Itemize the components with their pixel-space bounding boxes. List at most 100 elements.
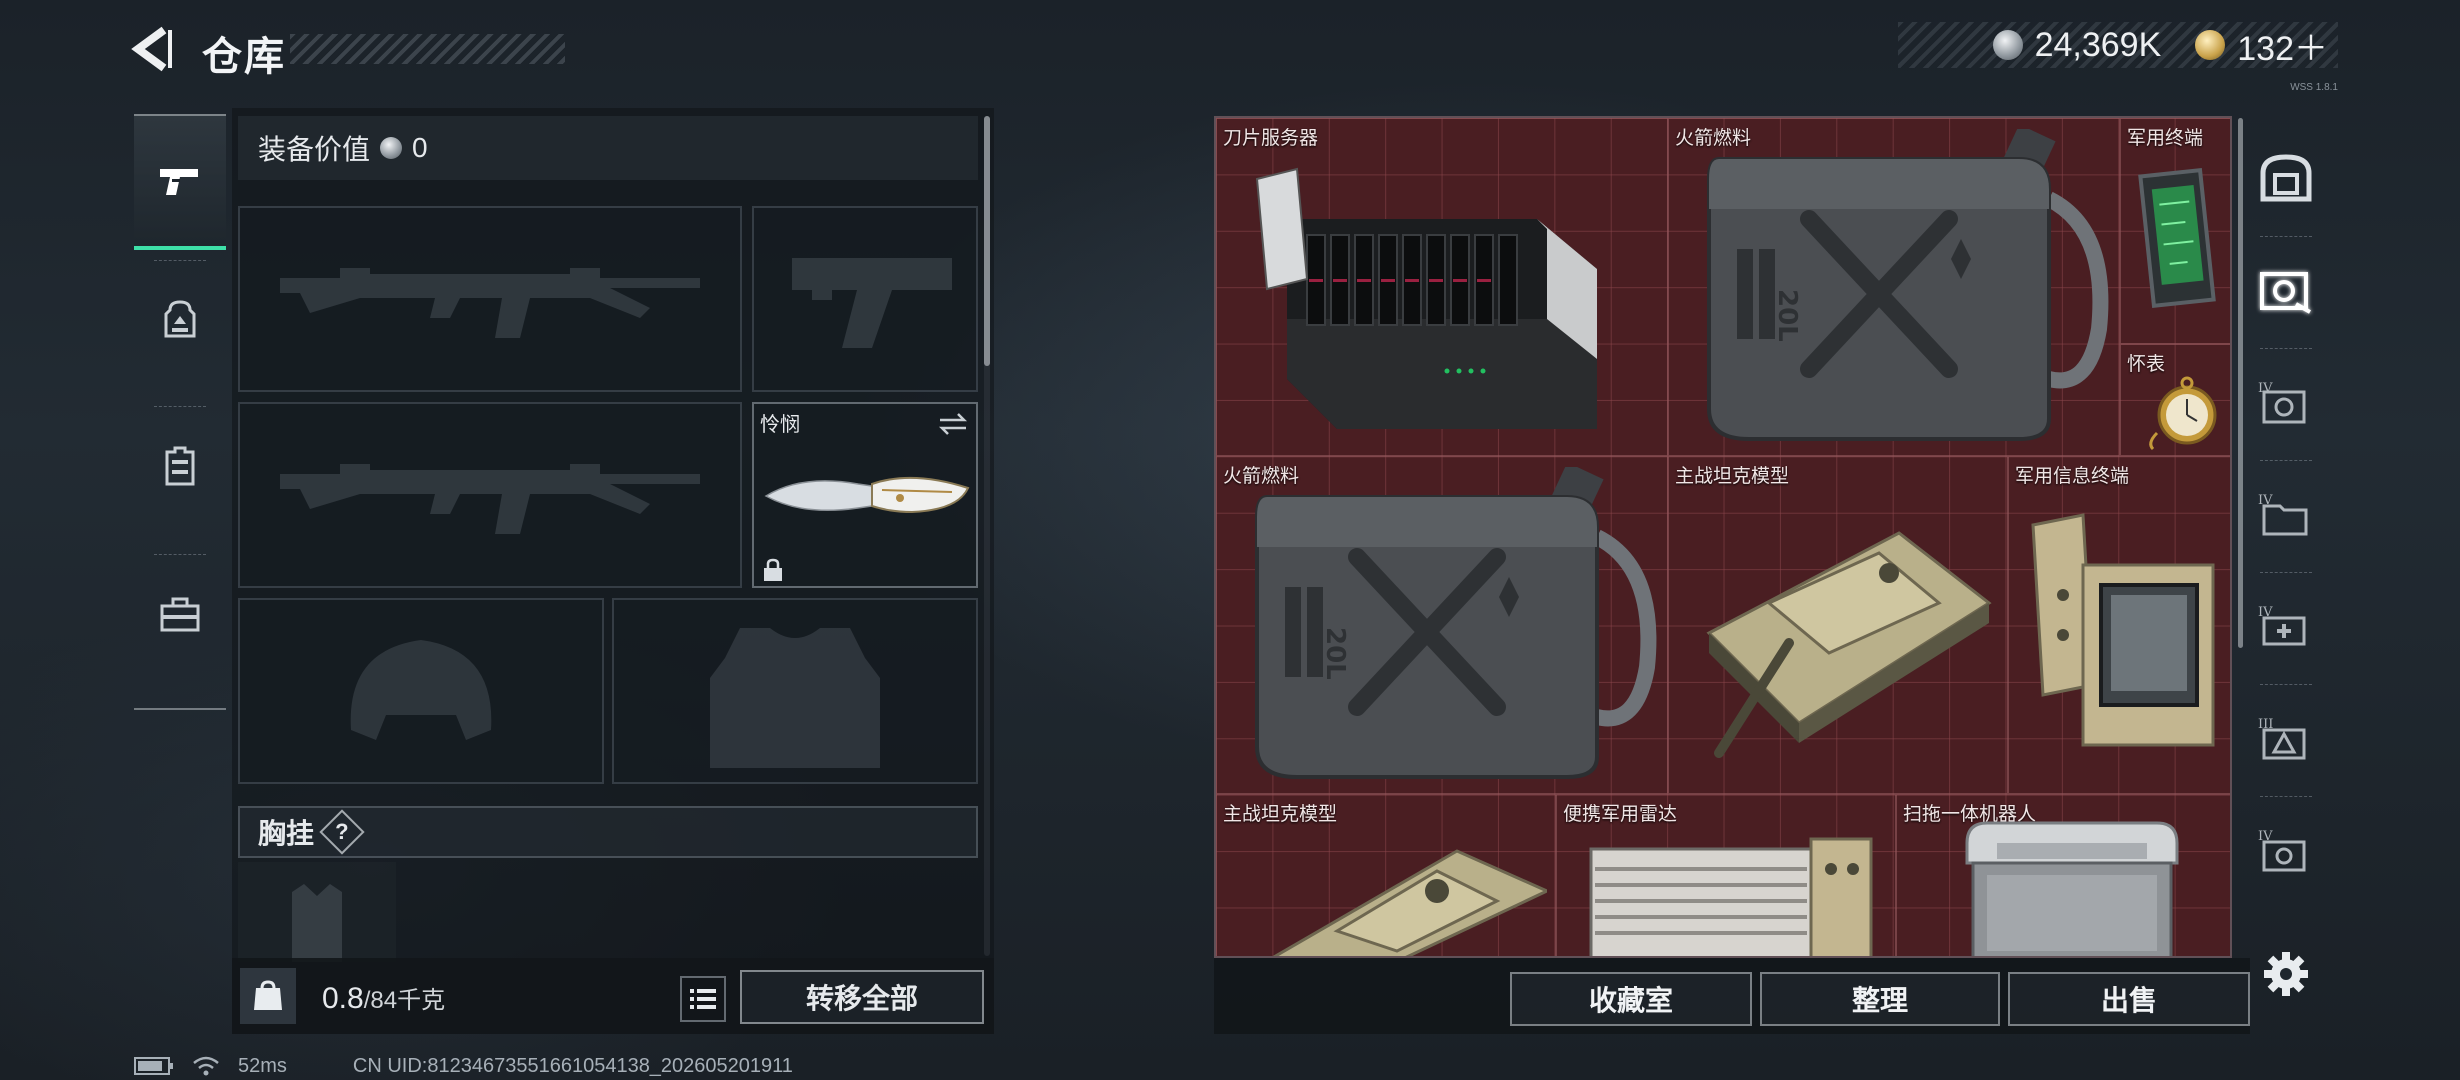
storage-item-blade-server[interactable]: 刀片服务器 (1216, 118, 1668, 456)
nav-tab-toolbox[interactable] (134, 556, 226, 672)
swap-icon[interactable] (938, 412, 968, 436)
nav-tab-vest[interactable] (134, 408, 226, 524)
pistol-slot[interactable] (752, 206, 978, 392)
item-name: 军用终端 (2127, 128, 2204, 149)
military-terminal-icon (2138, 168, 2216, 308)
equipment-value: 0 (412, 132, 428, 163)
equipment-value-label: 装备价值 (258, 134, 371, 165)
loadout-scrollbar[interactable] (984, 116, 990, 366)
item-name: 军用信息终端 (2015, 466, 2130, 487)
nav-tab-backpack[interactable] (134, 262, 226, 378)
medkit-icon: IV (2258, 605, 2306, 646)
transfer-all-button[interactable]: 转移全部 (740, 970, 984, 1024)
back-button[interactable] (130, 26, 178, 72)
storage-scrollbar[interactable] (2238, 118, 2243, 648)
settings-button[interactable] (2262, 950, 2310, 998)
blade-server-icon (1255, 167, 1597, 429)
warning-case-icon: III (2258, 717, 2306, 760)
folder-icon: IV (2258, 493, 2308, 536)
player-uid: CN UID:81234673551661054138_202605201911 (352, 1054, 793, 1077)
storage-item-pocket-watch[interactable]: 怀表 (2120, 344, 2230, 456)
help-button[interactable]: ? (319, 809, 365, 855)
storage-tab-folder[interactable]: IV (2244, 464, 2328, 564)
storage-footer: 收藏室 整理 出售 (1214, 958, 2250, 1034)
battery-icon (134, 1057, 173, 1075)
toolbox-icon (160, 597, 200, 632)
radar-icon (1589, 837, 1873, 956)
storage-item-tank-model[interactable]: 主战坦克模型 (1216, 794, 1556, 956)
storage-item-rocket-fuel[interactable]: 火箭燃料 20L (1668, 118, 2120, 456)
key-case-icon: IV (2258, 829, 2306, 872)
vault-icon (2260, 154, 2312, 202)
body-armor-icon (710, 628, 880, 768)
storage-tab-vault[interactable] (2244, 128, 2328, 228)
storage-tab-medkit[interactable]: IV (2244, 576, 2328, 676)
svg-text:20L: 20L (1320, 627, 1350, 680)
storage-tab-warning-case[interactable]: III (2244, 688, 2328, 788)
loadout-category-nav (134, 108, 226, 712)
storage-tab-safe-camera[interactable]: IV (2244, 352, 2328, 452)
version-tag: WSS 1.8.1 (2290, 82, 2338, 93)
item-name: 主战坦克模型 (1675, 466, 1790, 487)
camera-case-icon (2260, 272, 2311, 314)
nav-tab-weapons[interactable] (134, 114, 226, 250)
pocket-watch-icon (2149, 376, 2217, 451)
currency-bar: 24,369K 132＋ (1898, 22, 2338, 68)
chest-rig-slot[interactable] (238, 862, 396, 962)
storage-grid: 刀片服务器 火箭燃料 20L 军用终端 怀表 火箭燃料 20L 主战坦克模型 军… (1214, 116, 2232, 958)
status-bar: 52ms CN UID:81234673551661054138_2026052… (134, 1054, 793, 1078)
help-icon: ? (335, 818, 349, 844)
equipment-value-header: 装备价值 0 (238, 116, 978, 180)
storage-item-tank-model[interactable]: 主战坦克模型 (1668, 456, 2008, 794)
page-title: 仓库 (202, 35, 286, 79)
backpack-icon (164, 300, 196, 338)
vest-icon (165, 446, 195, 486)
carry-weight: 0.8/84千克 (322, 980, 445, 1016)
assault-rifle-icon (280, 268, 700, 338)
silver-currency-value: 24,369K (2034, 25, 2162, 64)
gold-currency-value[interactable]: 132＋ (2237, 21, 2328, 70)
weight-max: /84千克 (363, 987, 446, 1014)
storage-item-info-terminal[interactable]: 军用信息终端 (2008, 456, 2230, 794)
wifi-icon (193, 1056, 219, 1076)
sell-button[interactable]: 出售 (2008, 972, 2250, 1026)
body-armor-slot[interactable] (612, 598, 978, 784)
organize-button[interactable]: 整理 (1760, 972, 2000, 1026)
assault-rifle-icon (280, 464, 700, 534)
lock-icon (764, 558, 782, 581)
item-name: 刀片服务器 (1223, 128, 1319, 149)
silver-coin-icon (1992, 30, 2023, 60)
title-stripe (290, 34, 565, 64)
primary-weapon-slot-2[interactable] (238, 402, 742, 588)
chest-rig-header: 胸挂 ? (238, 806, 978, 858)
storage-tab-camera-case[interactable] (2244, 240, 2328, 340)
list-view-button[interactable] (680, 976, 726, 1022)
storage-tab-bar: IV IV IV III IV (2244, 116, 2328, 958)
storage-item-robot-vacuum[interactable]: 扫拖一体机器人 (1896, 794, 2230, 956)
item-name: 便携军用雷达 (1563, 804, 1678, 825)
storage-tab-key-case[interactable]: IV (2244, 800, 2328, 900)
tank-model-icon (1706, 531, 1992, 758)
helmet-slot[interactable] (238, 598, 604, 784)
item-name: 主战坦克模型 (1223, 804, 1338, 825)
storage-item-military-terminal[interactable]: 军用终端 (2120, 118, 2230, 344)
storage-item-rocket-fuel[interactable]: 火箭燃料 20L (1216, 456, 1668, 794)
pistol-icon (160, 169, 198, 195)
chest-rig-label: 胸挂 (258, 818, 315, 849)
melee-item-name: 怜悯 (760, 414, 800, 436)
collection-room-button[interactable]: 收藏室 (1510, 972, 1752, 1026)
fuel-can-icon: 20L (1255, 467, 1657, 779)
melee-slot[interactable]: 怜悯 (752, 402, 978, 588)
storage-item-portable-radar[interactable]: 便携军用雷达 (1556, 794, 1896, 956)
item-name: 怀表 (2127, 354, 2166, 375)
list-icon (690, 989, 716, 1009)
svg-text:20L: 20L (1772, 289, 1802, 342)
chevron-left-icon (131, 26, 172, 72)
robot-vacuum-icon (1965, 821, 2179, 956)
primary-weapon-slot-1[interactable] (238, 206, 742, 392)
chest-rig-icon (292, 884, 342, 962)
weight-current: 0.8 (322, 982, 364, 1015)
safe-camera-icon: IV (2258, 381, 2306, 424)
knife-icon (764, 476, 970, 514)
silver-coin-icon (380, 137, 403, 159)
